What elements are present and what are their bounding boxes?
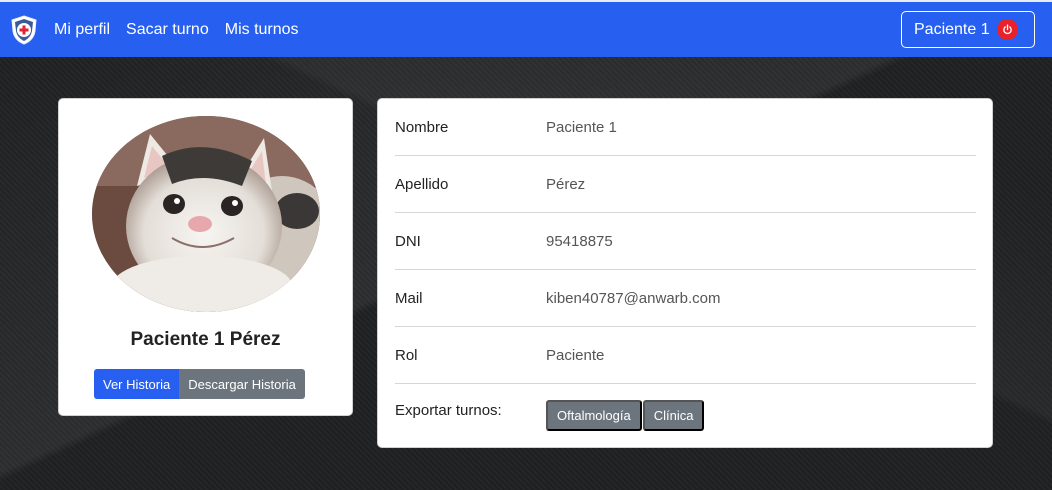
export-options: Oftalmología Clínica [546, 400, 705, 431]
detail-label: Mail [395, 290, 423, 307]
detail-row-nombre: Nombre Paciente 1 [395, 99, 976, 156]
export-clinica-button[interactable]: Clínica [642, 400, 705, 431]
export-oftalmologia-button[interactable]: Oftalmología [546, 400, 642, 431]
detail-value: 95418875 [546, 233, 613, 250]
detail-label: Rol [395, 347, 418, 364]
navbar: Mi perfil Sacar turno Mis turnos Pacient… [0, 2, 1052, 57]
export-label: Exportar turnos: [395, 402, 502, 419]
history-button-group: Ver Historia Descargar Historia [94, 369, 305, 399]
detail-row-rol: Rol Paciente [395, 327, 976, 384]
shield-medical-icon[interactable] [8, 14, 40, 46]
detail-value: Paciente [546, 347, 605, 364]
user-logout-button[interactable]: Paciente 1 [901, 11, 1035, 48]
detail-row-apellido: Apellido Pérez [395, 156, 976, 213]
nav-link-mis-turnos[interactable]: Mis turnos [225, 21, 299, 39]
cat-photo [92, 116, 320, 312]
nav-link-sacar-turno[interactable]: Sacar turno [126, 21, 209, 39]
download-history-button[interactable]: Descargar Historia [179, 369, 305, 399]
detail-row-dni: DNI 95418875 [395, 213, 976, 270]
detail-label: DNI [395, 233, 421, 250]
avatar [92, 116, 320, 312]
profile-full-name: Paciente 1 Pérez [130, 329, 281, 350]
nav-link-mi-perfil[interactable]: Mi perfil [54, 21, 110, 39]
detail-value: Paciente 1 [546, 119, 617, 136]
detail-row-mail: Mail kiben40787@anwarb.com [395, 270, 976, 327]
detail-value: Pérez [546, 176, 586, 193]
view-history-button[interactable]: Ver Historia [94, 369, 180, 399]
user-label: Paciente 1 [914, 20, 990, 38]
export-row: Exportar turnos: Oftalmología Clínica [395, 384, 976, 441]
detail-label: Nombre [395, 119, 449, 136]
profile-card: Paciente 1 Pérez Ver Historia Descargar … [58, 98, 353, 416]
detail-value: kiben40787@anwarb.com [546, 290, 721, 307]
detail-label: Apellido [395, 176, 449, 193]
patient-details-card: Nombre Paciente 1 Apellido Pérez DNI 954… [377, 98, 993, 448]
power-icon [996, 19, 1018, 40]
